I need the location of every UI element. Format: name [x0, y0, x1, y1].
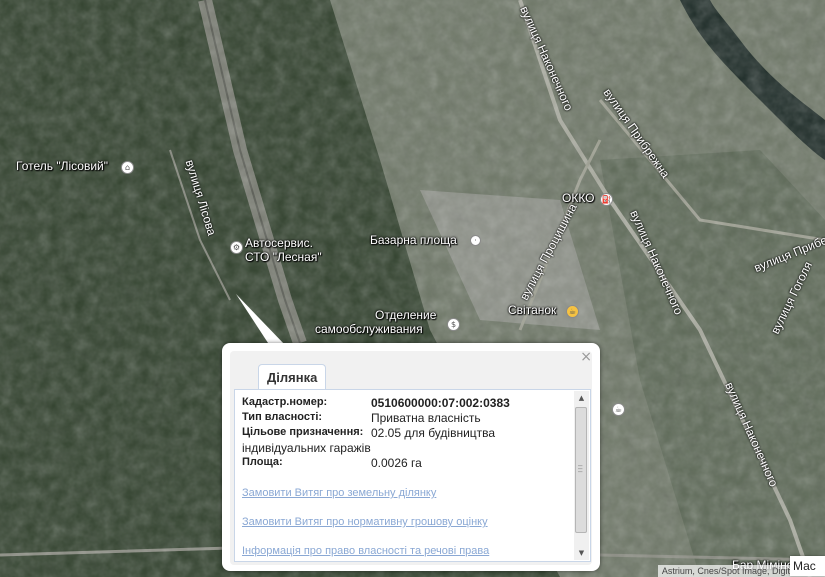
purpose-label: Цільове призначення:: [242, 426, 364, 438]
order-land-extract-link[interactable]: Замовити Витяг про земельну ділянку: [242, 487, 436, 499]
parcel-attributes: Кадастр.номер: 0510600000:07:002:0383 Ти…: [242, 396, 572, 471]
purpose-value: 02.05 для будівництва: [371, 426, 496, 440]
order-valuation-extract-link[interactable]: Замовити Витяг про нормативну грошову оц…: [242, 516, 488, 528]
bazaar-label[interactable]: Базарна площа: [370, 233, 457, 247]
panel-scrollbar[interactable]: ▲ ‒ ‒ ‒ ▼: [574, 391, 589, 560]
ownership-info-link[interactable]: Інформація про право власності та речові…: [242, 545, 489, 557]
purpose-value-cont: індивідуальних гаражів: [242, 441, 371, 455]
row-ownership-type: Тип власності: Приватна власність: [242, 411, 572, 426]
market-icon[interactable]: ·: [470, 235, 481, 246]
otdelenie-label-1[interactable]: Отделение: [375, 308, 436, 322]
car-service-icon[interactable]: ⚙: [230, 241, 243, 254]
ownership-type-value: Приватна власність: [371, 411, 481, 425]
svitanok-label[interactable]: Світанок: [508, 303, 556, 317]
bank-icon[interactable]: $: [447, 318, 460, 331]
tab-dilyanka[interactable]: Ділянка: [258, 364, 327, 390]
ownership-type-label: Тип власності:: [242, 411, 323, 423]
cadastral-number-value: 0510600000:07:002:0383: [371, 396, 510, 410]
popup-pointer: [236, 294, 286, 346]
cadastral-number-label: Кадастр.номер:: [242, 396, 328, 408]
scroll-down-icon[interactable]: ▼: [574, 546, 589, 560]
hotel-label[interactable]: Готель "Лісовий": [16, 159, 108, 173]
map-scale-button[interactable]: Мас: [790, 556, 825, 576]
row-purpose-cont: індивідуальних гаражів: [242, 441, 572, 456]
scroll-up-icon[interactable]: ▲: [574, 391, 589, 405]
scroll-thumb[interactable]: ‒ ‒ ‒: [575, 407, 587, 533]
fuel-icon[interactable]: ⛽: [600, 193, 613, 206]
row-purpose: Цільове призначення: 02.05 для будівницт…: [242, 426, 572, 441]
area-value: 0.0026 га: [371, 456, 422, 470]
row-cadastral-number: Кадастр.номер: 0510600000:07:002:0383: [242, 396, 572, 411]
restaurant-icon-2[interactable]: ☕: [612, 403, 625, 416]
hotel-icon[interactable]: ⌂: [121, 161, 134, 174]
autoservice-label-1[interactable]: Автосервис.: [245, 236, 313, 250]
restaurant-icon[interactable]: ☕: [566, 305, 579, 318]
parcel-info-panel: Кадастр.номер: 0510600000:07:002:0383 Ти…: [234, 389, 591, 562]
otdelenie-label-2[interactable]: самообслуживания: [315, 322, 423, 336]
grip-icon: ‒ ‒ ‒: [578, 461, 583, 476]
row-area: Площа: 0.0026 га: [242, 456, 572, 471]
area-label: Площа:: [242, 456, 283, 468]
close-icon[interactable]: ×: [580, 349, 592, 365]
autoservice-label-2[interactable]: СТО "Лесная": [245, 250, 322, 264]
